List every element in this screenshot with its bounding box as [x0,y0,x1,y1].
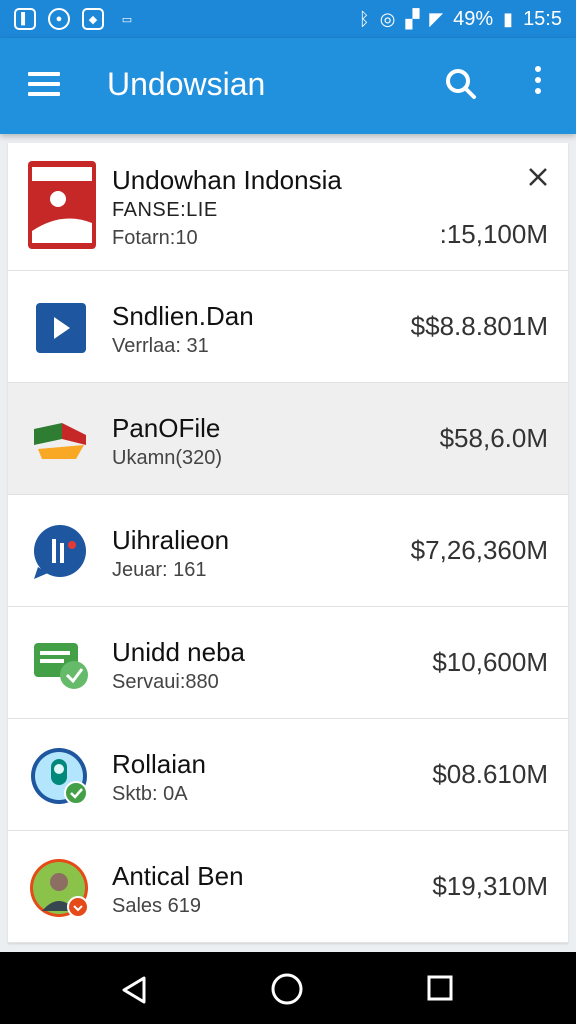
battery-percent: 49% [453,7,494,30]
item-name: Uihralieon [112,525,230,555]
item-subtitle: Sktb: 0A [112,783,188,805]
item-name: Unidd neba [112,637,245,667]
play-logo-icon [36,303,86,353]
app-bar: Undowsian [0,38,576,134]
notification-icon: ▌ [14,8,36,30]
navigation-bar [0,952,576,1024]
list-item[interactable]: Sndlien.Dan Verrlaa: 31 $$8.8.801M [8,271,568,383]
shield-notification-icon: ◆ [82,8,104,30]
item-name: Undowhan Indonsia [112,165,342,195]
avatar-photo-icon [30,859,89,918]
app-title: Undowsian [107,66,266,102]
item-subtitle: Verrlaa: 31 [112,335,209,357]
menu-button[interactable] [28,72,60,96]
item-amount: $08.610M [432,759,548,789]
file-logo-icon [34,423,86,459]
item-amount: $7,26,360M [410,535,548,565]
search-button[interactable] [443,66,479,102]
alarm-icon: ◎ [379,8,396,29]
profile-verified-logo-icon [31,748,88,805]
home-icon[interactable] [270,972,304,1006]
item-amount: $$8.8.801M [410,311,548,341]
item-subtitle: Jeuar: 161 [112,559,207,581]
item-subtitle: Servaui:880 [112,671,219,693]
list-item[interactable]: Undowhan Indonsia FANSE:LIE Fotarn:10 :1… [8,143,568,271]
item-subtitle: Sales 619 [112,895,201,917]
bluetooth-icon: ᛒ [358,8,370,29]
list-item[interactable]: PanOFile Ukamn(320) $58,6.0M [8,383,568,495]
search-icon [446,69,476,99]
list-item[interactable]: Antical Ben Sales 619 $19,310M [8,831,568,943]
close-icon[interactable] [526,165,550,189]
list-item[interactable]: Unidd neba Servaui:880 $10,600M [8,607,568,719]
item-subtitle: Ukamn(320) [112,447,223,469]
more-options-button[interactable] [528,66,548,102]
wifi-icon: ◤ [429,8,444,29]
chat-logo-icon [34,525,86,579]
item-amount: :15,100M [439,219,548,249]
item-name: Antical Ben [112,861,244,891]
item-name: PanOFile [112,413,221,443]
recent-apps-icon[interactable] [426,974,454,1002]
brand-logo-icon [28,161,96,249]
message-notification-icon: ▭ [121,13,133,26]
battery-icon: ▮ [503,8,514,29]
signal-icon: ▞ [405,8,420,29]
app-notification-icon: ● [48,8,70,30]
item-tagline: FANSE:LIE [112,199,218,221]
back-icon[interactable] [118,974,150,1006]
item-amount: $58,6.0M [439,423,548,453]
item-amount: $10,600M [432,647,548,677]
message-check-logo-icon [34,643,88,689]
clock: 15:5 [523,7,562,30]
item-name: Rollaian [112,749,206,779]
list-item[interactable]: Uihralieon Jeuar: 161 $7,26,360M [8,495,568,607]
list-item[interactable]: Rollaian Sktb: 0A $08.610M [8,719,568,831]
status-bar: ▌ ● ◆ ▭ ᛒ ◎ ▞ ◤ 49% ▮ 15:5 [0,0,576,38]
item-subtitle: Fotarn:10 [112,227,198,249]
item-name: Sndlien.Dan [112,301,254,331]
item-list: Undowhan Indonsia FANSE:LIE Fotarn:10 :1… [8,143,568,943]
item-amount: $19,310M [432,871,548,901]
